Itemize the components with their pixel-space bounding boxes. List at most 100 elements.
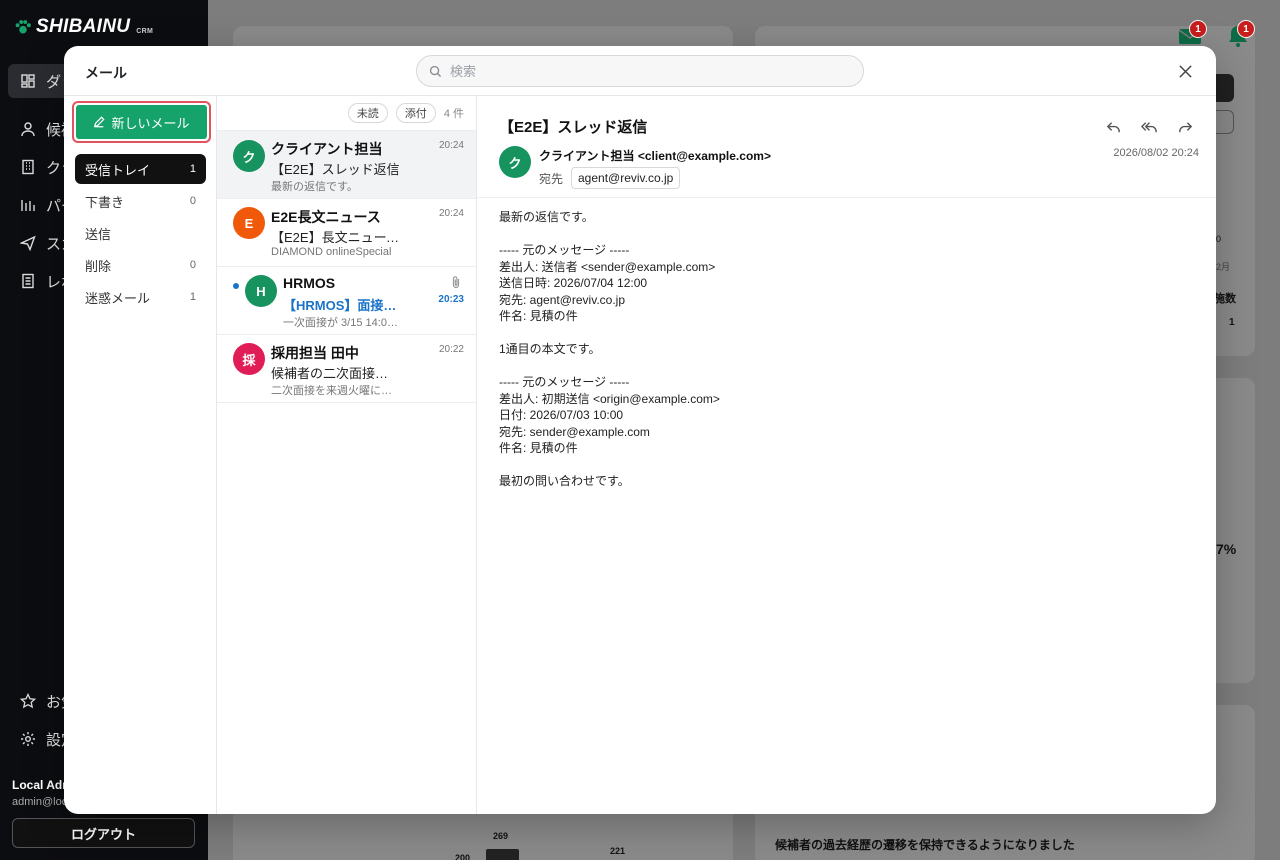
message-body-line: 件名: 見積の件 <box>499 441 578 455</box>
message-body-line: ----- 元のメッセージ ----- <box>499 243 630 257</box>
message-body-line: 日付: 2026/07/03 10:00 <box>499 408 624 422</box>
send-icon <box>20 235 36 251</box>
folder-label: 受信トレイ <box>85 162 151 178</box>
search-input[interactable] <box>450 63 850 79</box>
mail-sender: HRMOS <box>283 275 336 291</box>
mail-subject: 【E2E】スレッド返信 <box>271 162 400 177</box>
sender-avatar: ク <box>233 140 265 172</box>
message-body-line <box>499 457 1189 474</box>
folder-count: 0 <box>189 195 196 207</box>
message-body-line: 送信日時: 2026/07/04 12:00 <box>499 276 648 290</box>
mail-list-item[interactable]: ク クライアント担当 【E2E】スレッド返信 最新の返信です。 20:24 <box>217 131 476 199</box>
building-icon <box>22 159 34 175</box>
mail-time: 20:22 <box>438 344 464 355</box>
mail-preview: 二次面接を来週火曜に調整 <box>271 385 393 397</box>
close-button[interactable] <box>1174 60 1196 82</box>
mail-preview: 最新の返信です。 <box>271 181 358 193</box>
user-icon <box>21 122 35 137</box>
dashboard-axis-tick: 2月 <box>1216 262 1231 272</box>
star-icon <box>20 693 36 709</box>
message-body-line <box>499 325 1189 342</box>
modal-title: メール <box>85 65 127 81</box>
message-body-line: 宛先: sender@example.com <box>499 424 650 439</box>
dashboard-column-label: 施数 <box>1214 293 1236 305</box>
mail-subject: 【E2E】長文ニュースレター <box>271 230 401 245</box>
message-body-line: 最新の返信です。 <box>499 210 594 224</box>
message-body-line: 1通目の本文です。 <box>499 342 601 356</box>
forward-button[interactable] <box>1172 114 1198 140</box>
mail-subject: 【HRMOS】面接日程のご案内 <box>283 298 403 313</box>
recipient-chip: agent@reviv.co.jp <box>571 167 681 189</box>
header-divider <box>477 197 1216 198</box>
message-body-line: 差出人: 送信者 <sender@example.com> <box>499 259 716 274</box>
search-icon <box>429 65 442 77</box>
mail-preview: 一次面接が 3/15 14:00に <box>283 317 401 329</box>
message-body: 最新の返信です。 ----- 元のメッセージ ----- 差出人: 送信者 <sen… <box>499 209 1189 490</box>
pencil-icon <box>94 116 106 128</box>
reply-all-button[interactable] <box>1136 114 1162 140</box>
message-body-line: 差出人: 初期送信 <origin@example.com> <box>499 391 720 406</box>
dashboard-bar-label: 200 <box>455 853 471 860</box>
sender-avatar: H <box>245 275 277 307</box>
compose-button-highlight: 新しいメール <box>72 101 211 143</box>
sender-avatar: ク <box>499 146 531 178</box>
chart-icon <box>21 200 35 211</box>
message-date: 2026/08/02 20:24 <box>1113 147 1199 159</box>
dashboard-footer-note: 候補者の過去経歴の遷移を保持できるようになりました <box>775 838 1075 852</box>
sender-avatar: 採 <box>233 343 265 375</box>
reply-icon <box>1106 121 1120 132</box>
folder-count: 0 <box>189 259 196 271</box>
mail-sender: E2E長文ニュース <box>271 209 381 225</box>
sender-avatar: E <box>233 207 265 239</box>
mail-preview: DIAMOND onlineSpecial <box>271 246 392 258</box>
reply-all-icon <box>1140 121 1157 132</box>
folder-sent[interactable]: 送信 <box>75 218 206 248</box>
mail-sender: 採用担当 田中 <box>271 345 359 361</box>
list-toolbar: 未読 添付 4 件 <box>217 96 476 131</box>
folder-label: 送信 <box>85 226 112 242</box>
message-body-line: 件名: 見積の件 <box>499 309 578 323</box>
folder-label: 下書き <box>85 194 125 210</box>
mail-count: 4 件 <box>443 108 464 120</box>
folder-drafts[interactable]: 下書き 0 <box>75 186 206 216</box>
dashboard-cell-value: 1 <box>1229 317 1235 328</box>
forward-icon <box>1178 121 1192 132</box>
message-body-line: ----- 元のメッセージ ----- <box>499 375 630 389</box>
mail-list-item[interactable]: E E2E長文ニュース 【E2E】長文ニュースレター DIAMOND onlin… <box>217 199 476 267</box>
mail-notification-badge: 1 <box>1189 20 1207 38</box>
mail-list-item[interactable]: 採 採用担当 田中 候補者の二次面接について 二次面接を来週火曜に調整 20:2… <box>217 335 476 403</box>
message-actions <box>1100 114 1198 140</box>
dashboard-bar-label: 269 <box>493 831 509 841</box>
bell-notification-badge: 1 <box>1237 20 1255 38</box>
paw-icon <box>15 20 31 34</box>
attachment-icon <box>452 276 460 289</box>
mail-time: 20:24 <box>438 208 464 219</box>
folder-label: 迷惑メール <box>85 290 151 306</box>
mail-sender: クライアント担当 <box>271 141 383 157</box>
message-from: クライアント担当 <client@example.com> <box>539 149 771 163</box>
app-logo-text: SHIBAINU <box>36 16 131 37</box>
mail-time: 20:23 <box>438 294 464 305</box>
document-icon <box>22 273 34 289</box>
folder-inbox[interactable]: 受信トレイ 1 <box>75 154 206 184</box>
mail-list: 未読 添付 4 件 ク クライアント担当 【E2E】スレッド返信 最新の返信です… <box>217 96 477 814</box>
filter-unread-chip[interactable]: 未読 <box>347 103 388 123</box>
app-logo: SHIBAINU CRM <box>14 16 153 38</box>
filter-attachment-chip[interactable]: 添付 <box>395 103 436 123</box>
folder-label: 削除 <box>85 258 112 274</box>
reply-button[interactable] <box>1100 114 1126 140</box>
reading-pane: 【E2E】スレッド返信 ク クライアント担当 <client@example.c… <box>477 96 1216 814</box>
logout-button[interactable]: ログアウト <box>12 818 195 848</box>
folder-spam[interactable]: 迷惑メール 1 <box>75 282 206 312</box>
search-box[interactable] <box>416 55 864 87</box>
recipient-label: 宛先 <box>539 172 564 186</box>
dashboard-percent: 7% <box>1216 541 1237 557</box>
folder-trash[interactable]: 削除 0 <box>75 250 206 280</box>
compose-button[interactable]: 新しいメール <box>76 105 207 139</box>
folder-count: 1 <box>189 291 196 303</box>
mail-list-item[interactable]: H HRMOS 【HRMOS】面接日程のご案内 一次面接が 3/15 14:00… <box>217 267 476 335</box>
message-body-line <box>499 358 1189 375</box>
close-icon <box>1178 64 1192 78</box>
mail-modal: メール 新しいメール 受信トレイ 1 下書き 0 送信 <box>64 46 1216 814</box>
unread-indicator <box>233 283 239 289</box>
